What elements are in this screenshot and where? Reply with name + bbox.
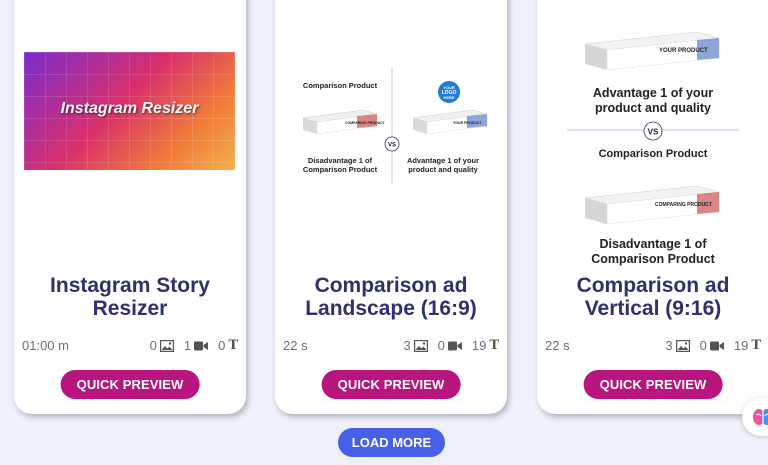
vs-label: VS bbox=[388, 143, 396, 149]
left-bottom-label-1: Disadvantage 1 of bbox=[308, 156, 373, 165]
template-title: Instagram Story Resizer bbox=[50, 274, 210, 320]
duration-label: 01:00 m bbox=[22, 338, 69, 353]
brain-icon bbox=[753, 409, 768, 425]
left-top-label: Comparison Product bbox=[303, 81, 378, 90]
disadvantage-label-1: Disadvantage 1 of bbox=[600, 237, 708, 251]
image-count: 0 bbox=[150, 338, 174, 353]
quick-preview-button[interactable]: QUICK PREVIEW bbox=[583, 370, 723, 399]
video-icon bbox=[194, 341, 209, 350]
svg-text:COMPARING PRODUCT: COMPARING PRODUCT bbox=[655, 202, 712, 208]
image-icon bbox=[159, 339, 174, 352]
image-count: 3 bbox=[403, 338, 428, 353]
chat-widget-button[interactable] bbox=[742, 398, 768, 436]
right-bottom-label-2: product and quality bbox=[408, 165, 478, 174]
duration-label: 22 s bbox=[283, 338, 308, 353]
template-thumbnail[interactable]: Instagram Resizer bbox=[24, 52, 235, 170]
text-count: 0 T bbox=[218, 337, 238, 353]
svg-text:COMPARING PRODUCT: COMPARING PRODUCT bbox=[345, 121, 386, 125]
quick-preview-button[interactable]: QUICK PREVIEW bbox=[60, 370, 200, 399]
template-title: Comparison ad Landscape (16:9) bbox=[305, 274, 477, 320]
template-thumbnail[interactable]: YOUR PRODUCT Advantage 1 of your product… bbox=[547, 0, 759, 270]
text-count: 19 T bbox=[733, 337, 761, 353]
thumbnail-caption: Instagram Resizer bbox=[60, 100, 199, 117]
load-more-button[interactable]: LOAD MORE bbox=[338, 428, 445, 457]
duration-label: 22 s bbox=[545, 338, 570, 353]
advantage-label-1: Advantage 1 of your bbox=[593, 86, 713, 100]
product-box-illustration: COMPARING PRODUCT bbox=[302, 109, 386, 135]
quick-preview-button[interactable]: QUICK PREVIEW bbox=[321, 370, 461, 399]
svg-text:YOUR PRODUCT: YOUR PRODUCT bbox=[453, 121, 482, 125]
right-bottom-label-1: Advantage 1 of your bbox=[407, 156, 479, 165]
template-thumbnail[interactable]: Comparison Product COMPARING PRODUCT Dis… bbox=[285, 0, 497, 220]
advantage-label-2: product and quality bbox=[595, 101, 711, 115]
product-box-illustration: COMPARING PRODUCT bbox=[584, 185, 720, 225]
comparison-label: Comparison Product bbox=[599, 148, 708, 160]
svg-text:HERE: HERE bbox=[443, 95, 454, 100]
text-count: 19 T bbox=[471, 337, 499, 353]
text-icon: T bbox=[228, 337, 238, 353]
template-meta: 22 s 3 0 19 T bbox=[545, 338, 761, 354]
template-meta: 01:00 m 0 1 0 T bbox=[22, 338, 238, 354]
left-bottom-label-2: Comparison Product bbox=[303, 165, 378, 174]
image-icon bbox=[413, 339, 428, 352]
template-title: Comparison ad Vertical (9:16) bbox=[576, 274, 730, 320]
video-icon bbox=[709, 341, 724, 350]
video-count: 0 bbox=[438, 338, 462, 353]
text-icon: T bbox=[489, 337, 499, 353]
image-icon bbox=[675, 339, 690, 352]
svg-text:YOUR PRODUCT: YOUR PRODUCT bbox=[659, 48, 708, 54]
video-icon bbox=[447, 341, 462, 350]
product-box-illustration: YOUR PRODUCT bbox=[584, 31, 720, 71]
template-card[interactable]: Comparison Product COMPARING PRODUCT Dis… bbox=[275, 0, 507, 414]
template-card[interactable]: Instagram Resizer Instagram Story Resize… bbox=[14, 0, 246, 414]
image-count: 3 bbox=[665, 338, 690, 353]
disadvantage-label-2: Comparison Product bbox=[591, 252, 715, 266]
template-meta: 22 s 3 0 19 T bbox=[283, 338, 499, 354]
video-count: 1 bbox=[184, 338, 209, 353]
product-box-illustration: YOUR PRODUCT bbox=[412, 109, 488, 135]
vs-label: VS bbox=[648, 128, 659, 137]
video-count: 0 bbox=[700, 338, 724, 353]
text-icon: T bbox=[751, 337, 761, 353]
template-card[interactable]: YOUR PRODUCT Advantage 1 of your product… bbox=[537, 0, 768, 414]
